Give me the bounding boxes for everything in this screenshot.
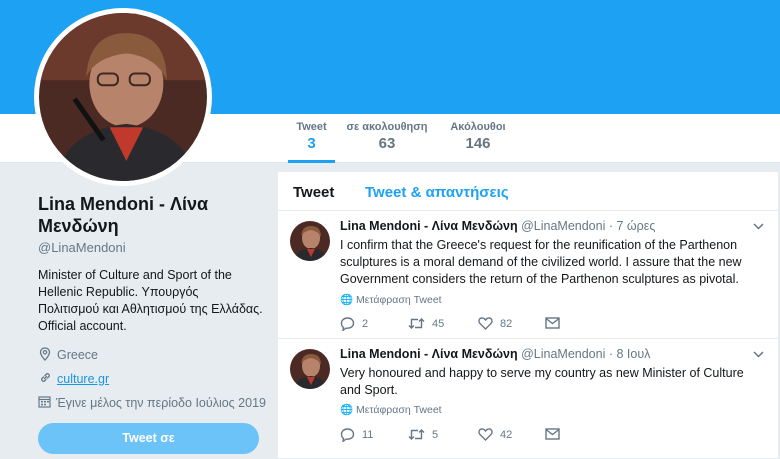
tweet-text: Very honoured and happy to serve my coun… <box>340 366 744 397</box>
tweet-timestamp[interactable]: · 8 Ιουλ <box>609 347 651 361</box>
stat-tweets[interactable]: Tweet 3 <box>288 121 335 163</box>
like-button[interactable]: 82 <box>478 317 512 330</box>
tweet-author-handle[interactable]: @LinaMendoni <box>521 219 605 233</box>
stat-followers-value: 146 <box>465 135 491 152</box>
profile-website-link[interactable]: culture.gr <box>57 372 109 386</box>
stat-tweets-value: 3 <box>307 135 316 152</box>
profile-location: Greece <box>38 346 263 364</box>
retweet-count: 5 <box>432 428 439 441</box>
reply-icon <box>340 317 355 331</box>
message-button[interactable] <box>545 428 567 440</box>
translate-tweet-label[interactable]: Μετάφραση Tweet <box>356 294 442 306</box>
tweet-author-name[interactable]: Lina Mendoni - Λίνα Μενδώνη <box>340 219 518 233</box>
translate-tweet[interactable]: 🌐 Μετάφραση Tweet <box>340 293 442 306</box>
tab-tweets[interactable]: Tweet <box>293 184 334 201</box>
envelope-icon <box>545 428 560 440</box>
tweet-author-handle[interactable]: @LinaMendoni <box>521 347 605 361</box>
retweet-icon <box>408 318 425 329</box>
profile-location-text: Greece <box>57 348 98 362</box>
globe-icon: 🌐 <box>340 294 354 306</box>
profile-photo <box>39 13 207 181</box>
profile-website[interactable]: culture.gr <box>38 371 263 387</box>
retweet-button[interactable]: 45 <box>408 317 444 330</box>
heart-icon <box>478 428 493 441</box>
calendar-icon <box>38 395 51 411</box>
reply-button[interactable]: 2 <box>340 317 368 331</box>
profile-card: Lina Mendoni - Λίνα Μενδώνη @LinaMendoni… <box>38 193 266 411</box>
profile-joined-text: Έγινε μέλος την περίοδο Ιούλιος 2019 <box>56 396 266 410</box>
stat-tweets-label: Tweet <box>296 121 327 133</box>
timeline: Tweet Tweet & απαντήσεις Lina Mendoni - … <box>278 172 778 459</box>
location-pin-icon <box>38 346 52 364</box>
tweet-timestamp[interactable]: · 7 ώρες <box>609 219 656 233</box>
tweet-avatar[interactable] <box>290 221 330 261</box>
heart-icon <box>478 317 493 330</box>
tweet-header: Lina Mendoni - Λίνα Μενδώνη @LinaMendoni… <box>340 347 650 361</box>
translate-tweet[interactable]: 🌐 Μετάφραση Tweet <box>340 403 442 416</box>
tweet-item[interactable]: Lina Mendoni - Λίνα Μενδώνη @LinaMendoni… <box>278 339 778 459</box>
like-button[interactable]: 42 <box>478 428 512 441</box>
envelope-icon <box>545 317 560 329</box>
retweet-count: 45 <box>432 317 445 330</box>
tweet-item[interactable]: Lina Mendoni - Λίνα Μενδώνη @LinaMendoni… <box>278 211 778 339</box>
tweet-to-button[interactable]: Tweet σε <box>38 423 259 454</box>
reply-icon <box>340 428 355 442</box>
retweet-button[interactable]: 5 <box>408 428 438 441</box>
stat-following[interactable]: σε ακολουθηση 63 <box>346 121 428 163</box>
timeline-tabs: Tweet Tweet & απαντήσεις <box>278 172 778 211</box>
reply-count: 11 <box>362 429 374 441</box>
stat-following-label: σε ακολουθηση <box>346 121 428 133</box>
profile-bio: Minister of Culture and Sport of the Hel… <box>38 268 263 333</box>
link-icon <box>38 371 52 387</box>
chevron-down-icon[interactable] <box>753 219 764 233</box>
stat-followers-label: Ακόλουθοι <box>450 121 506 133</box>
profile-avatar[interactable] <box>34 8 212 186</box>
profile-handle[interactable]: @LinaMendoni <box>38 240 263 255</box>
like-count: 82 <box>500 317 513 330</box>
reply-button[interactable]: 11 <box>340 428 373 442</box>
message-button[interactable] <box>545 317 567 329</box>
translate-tweet-label[interactable]: Μετάφραση Tweet <box>356 404 442 416</box>
like-count: 42 <box>500 428 513 441</box>
tab-tweets-replies[interactable]: Tweet & απαντήσεις <box>365 184 509 201</box>
profile-joined: Έγινε μέλος την περίοδο Ιούλιος 2019 <box>38 395 266 411</box>
tweet-author-name[interactable]: Lina Mendoni - Λίνα Μενδώνη <box>340 347 518 361</box>
globe-icon: 🌐 <box>340 404 354 416</box>
stat-following-value: 63 <box>378 135 396 152</box>
reply-count: 2 <box>362 318 369 330</box>
chevron-down-icon[interactable] <box>753 347 764 361</box>
stat-followers[interactable]: Ακόλουθοι 146 <box>448 121 508 163</box>
tweet-header: Lina Mendoni - Λίνα Μενδώνη @LinaMendoni… <box>340 219 655 233</box>
tweet-text: I confirm that the Greece's request for … <box>340 238 742 286</box>
tweet-avatar[interactable] <box>290 349 330 389</box>
retweet-icon <box>408 429 425 440</box>
profile-name: Lina Mendoni - Λίνα Μενδώνη <box>38 194 209 236</box>
